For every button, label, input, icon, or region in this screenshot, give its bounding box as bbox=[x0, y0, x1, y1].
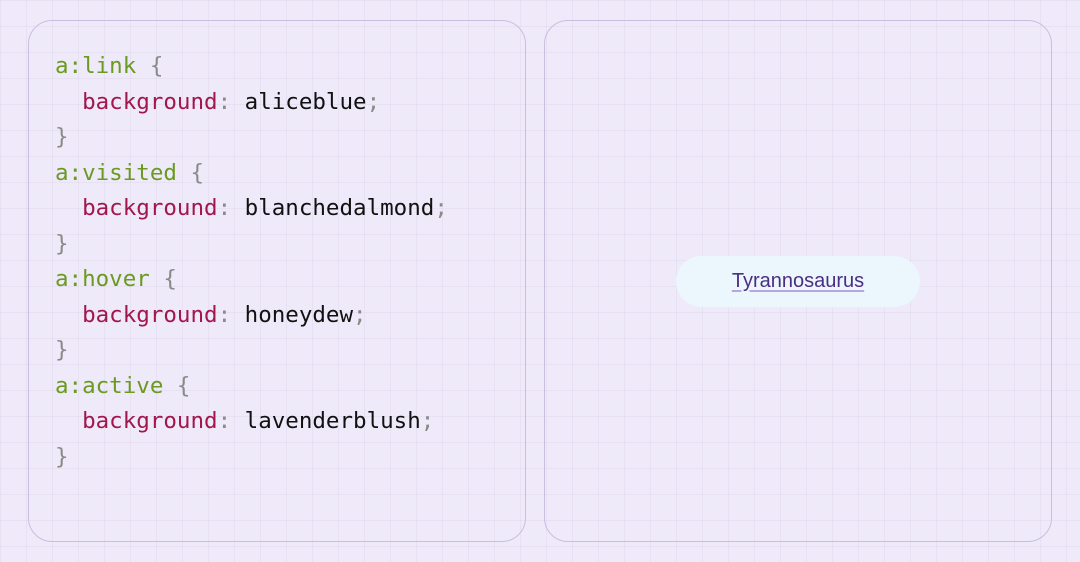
value: aliceblue bbox=[245, 89, 367, 115]
property: background bbox=[82, 89, 217, 115]
property: background bbox=[82, 408, 217, 434]
property: background bbox=[82, 195, 217, 221]
property: background bbox=[82, 302, 217, 328]
preview-link[interactable]: Tyrannosaurus bbox=[732, 270, 864, 292]
selector: a:link bbox=[55, 53, 136, 79]
selector: a:visited bbox=[55, 160, 177, 186]
value: lavenderblush bbox=[245, 408, 421, 434]
selector: a:active bbox=[55, 373, 163, 399]
preview-panel: Tyrannosaurus bbox=[544, 20, 1052, 542]
selector: a:hover bbox=[55, 266, 150, 292]
value: honeydew bbox=[245, 302, 353, 328]
link-preview-pill: Tyrannosaurus bbox=[676, 256, 920, 307]
css-code-block: a:link { background: aliceblue; } a:visi… bbox=[55, 49, 499, 475]
value: blanchedalmond bbox=[245, 195, 435, 221]
code-panel: a:link { background: aliceblue; } a:visi… bbox=[28, 20, 526, 542]
